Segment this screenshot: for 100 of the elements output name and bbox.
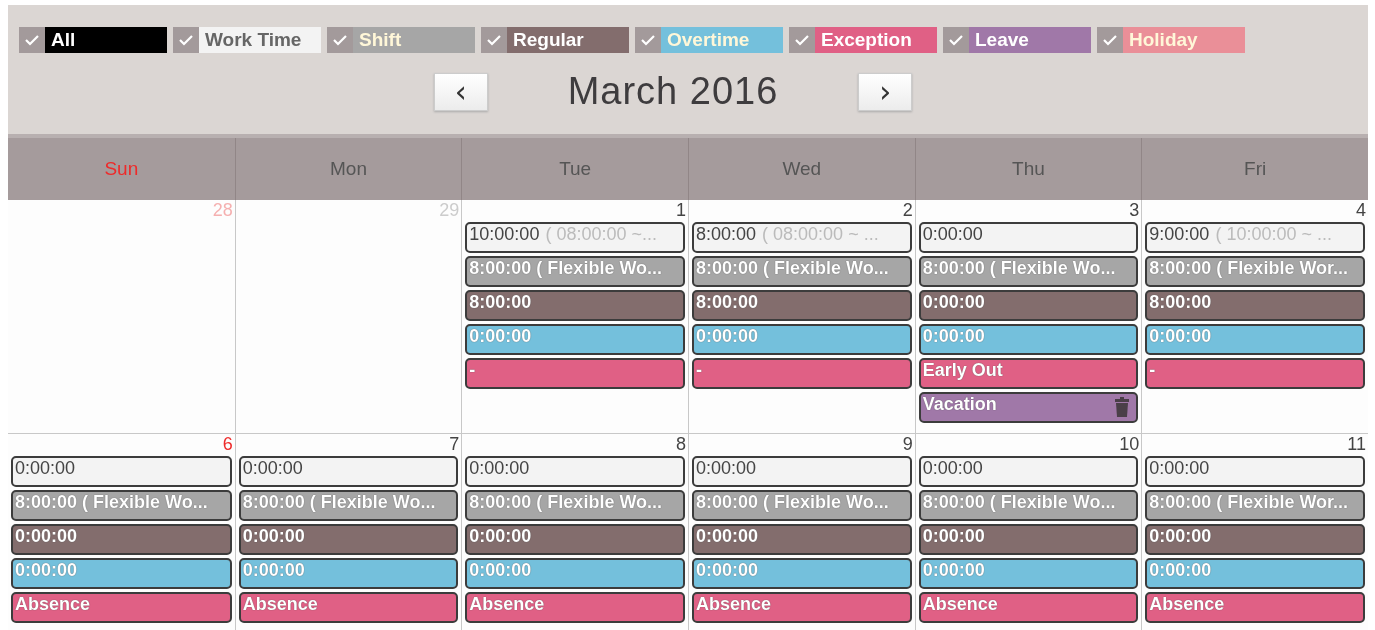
filter-toggle[interactable]: Exception [789, 27, 937, 53]
entry-text: 0:00:00 [696, 560, 759, 581]
checkbox[interactable] [481, 27, 507, 53]
exception-entry[interactable]: - [692, 358, 912, 389]
worktime-entry[interactable]: 0:00:00 [918, 222, 1139, 253]
entry-time: 8:00:00 [696, 224, 757, 245]
check-icon [178, 34, 194, 46]
entry-text: 8:00:00 ( Flexible Wo... [15, 492, 208, 513]
overtime-entry[interactable]: 0:00:00 [465, 324, 685, 355]
checkbox[interactable] [635, 27, 661, 53]
entry-text: 0:00:00 [922, 458, 983, 479]
shift-entry[interactable]: 8:00:00 ( Flexible Wo... [465, 490, 685, 521]
overtime-entry[interactable]: 0:00:00 [692, 324, 912, 355]
checkbox[interactable] [173, 27, 199, 53]
check-icon [486, 34, 502, 46]
check-icon [332, 34, 348, 46]
overtime-entry[interactable]: 0:00:00 [1145, 558, 1365, 589]
entry-text: 0:00:00 [15, 526, 78, 547]
next-month-button[interactable]: › [858, 72, 913, 111]
worktime-entry[interactable]: 10:00:00 ( 08:00:00 ~... [465, 222, 685, 253]
filter-toggle[interactable]: Leave [943, 27, 1091, 53]
shift-entry[interactable]: 8:00:00 ( Flexible Wo... [918, 256, 1139, 287]
exception-entry[interactable]: Absence [238, 592, 459, 623]
entry-text: Absence [922, 594, 998, 615]
regular-entry[interactable]: 0:00:00 [918, 290, 1139, 321]
exception-entry[interactable]: Absence [11, 592, 232, 623]
checkbox[interactable] [1097, 27, 1123, 53]
checkbox[interactable] [789, 27, 815, 53]
worktime-entry[interactable]: 0:00:00 [238, 456, 459, 487]
filter-toggle[interactable]: Shift [327, 27, 475, 53]
regular-entry[interactable]: 0:00:00 [692, 524, 912, 555]
overtime-entry[interactable]: 0:00:00 [918, 558, 1139, 589]
filter-label: Overtime [661, 27, 783, 53]
day-number: 1 [676, 200, 686, 219]
worktime-entry[interactable]: 9:00:00 ( 10:00:00 ~ ... [1145, 222, 1365, 253]
shift-entry[interactable]: 8:00:00 ( Flexible Wo... [465, 256, 685, 287]
worktime-entry[interactable]: 0:00:00 [692, 456, 912, 487]
entry-text: 0:00:00 [1149, 526, 1212, 547]
entry-text: 0:00:00 [922, 560, 985, 581]
checkbox[interactable] [19, 27, 45, 53]
check-icon [948, 34, 964, 46]
worktime-entry[interactable]: 0:00:00 [1145, 456, 1365, 487]
exception-entry[interactable]: Absence [465, 592, 685, 623]
regular-entry[interactable]: 0:00:00 [1145, 524, 1365, 555]
exception-entry[interactable]: - [1145, 358, 1365, 389]
entry-text: 0:00:00 [922, 526, 985, 547]
entry-text: 8:00:00 [1149, 292, 1212, 313]
worktime-entry[interactable]: 8:00:00 ( 08:00:00 ~ ... [692, 222, 912, 253]
exception-entry[interactable]: Early Out [918, 358, 1139, 389]
day-number: 3 [1129, 200, 1140, 219]
filter-label: Shift [353, 27, 475, 53]
regular-entry[interactable]: 8:00:00 [1145, 290, 1365, 321]
filter-toggle[interactable]: Holiday [1097, 27, 1245, 53]
exception-entry[interactable]: Absence [918, 592, 1139, 623]
worktime-entry[interactable]: 0:00:00 [11, 456, 232, 487]
exception-entry[interactable]: Absence [1145, 592, 1365, 623]
regular-entry[interactable]: 8:00:00 [465, 290, 685, 321]
shift-entry[interactable]: 8:00:00 ( Flexible Wor... [1145, 256, 1365, 287]
shift-entry[interactable]: 8:00:00 ( Flexible Wor... [1145, 490, 1365, 521]
overtime-entry[interactable]: 0:00:00 [1145, 324, 1365, 355]
overtime-entry[interactable]: 0:00:00 [238, 558, 459, 589]
exception-entry[interactable]: Absence [692, 592, 912, 623]
regular-entry[interactable]: 8:00:00 [692, 290, 912, 321]
filter-label: All [45, 27, 167, 53]
shift-entry[interactable]: 8:00:00 ( Flexible Wo... [692, 256, 912, 287]
checkbox[interactable] [943, 27, 969, 53]
shift-entry[interactable]: 8:00:00 ( Flexible Wo... [918, 490, 1139, 521]
leave-entry[interactable]: Vacation [918, 392, 1139, 423]
overtime-entry[interactable]: 0:00:00 [465, 558, 685, 589]
exception-entry[interactable]: - [465, 358, 685, 389]
regular-entry[interactable]: 0:00:00 [465, 524, 685, 555]
overtime-entry[interactable]: 0:00:00 [918, 324, 1139, 355]
day-number: 9 [902, 434, 913, 453]
filter-toggle[interactable]: All [19, 27, 167, 53]
entry-text: 8:00:00 ( Flexible Wo... [922, 492, 1116, 513]
previous-month-button[interactable]: ‹ [433, 72, 488, 111]
weekday-header: Sun [103, 157, 140, 181]
filter-toggle[interactable]: Overtime [635, 27, 783, 53]
entry-text: 0:00:00 [469, 458, 530, 479]
entry-detail: ( 08:00:00 ~... [545, 224, 657, 245]
worktime-entry[interactable]: 0:00:00 [465, 456, 685, 487]
entry-text: 8:00:00 [469, 292, 532, 313]
worktime-entry[interactable]: 0:00:00 [918, 456, 1139, 487]
filter-toggle[interactable]: Regular [481, 27, 629, 53]
shift-entry[interactable]: 8:00:00 ( Flexible Wo... [692, 490, 912, 521]
shift-entry[interactable]: 8:00:00 ( Flexible Wo... [11, 490, 232, 521]
entry-text: 0:00:00 [242, 458, 303, 479]
regular-entry[interactable]: 0:00:00 [11, 524, 232, 555]
shift-entry[interactable]: 8:00:00 ( Flexible Wo... [238, 490, 459, 521]
filter-toggle[interactable]: Work Time [173, 27, 321, 53]
entry-text: 0:00:00 [696, 326, 759, 347]
day-number: 8 [676, 434, 686, 453]
regular-entry[interactable]: 0:00:00 [238, 524, 459, 555]
entry-text: 0:00:00 [696, 526, 759, 547]
overtime-entry[interactable]: 0:00:00 [692, 558, 912, 589]
filter-label: Exception [815, 27, 937, 53]
checkbox[interactable] [327, 27, 353, 53]
overtime-entry[interactable]: 0:00:00 [11, 558, 232, 589]
entry-text: Absence [469, 594, 545, 615]
regular-entry[interactable]: 0:00:00 [918, 524, 1139, 555]
